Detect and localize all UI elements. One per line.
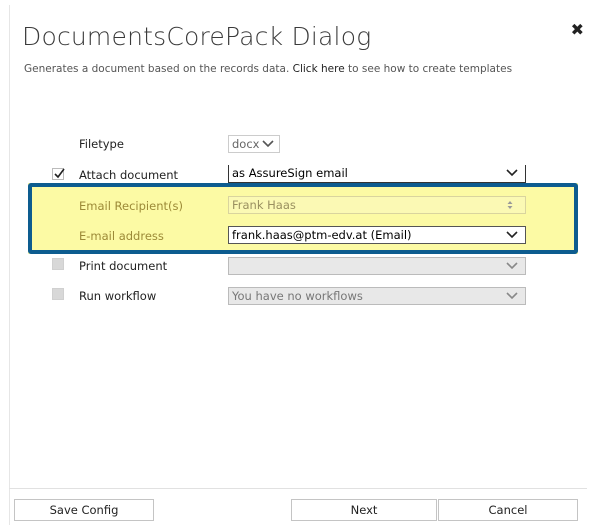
save-config-button[interactable]: Save Config: [14, 499, 154, 521]
run-workflow-select[interactable]: You have no workflows: [228, 287, 526, 305]
run-workflow-checkbox[interactable]: [52, 288, 64, 300]
chevron-down-icon: [262, 140, 274, 148]
attach-document-value: as AssureSign email: [232, 166, 348, 180]
highlight-frame: [28, 183, 578, 254]
attach-document-checkbox[interactable]: [52, 168, 65, 180]
footer-divider: [9, 488, 587, 489]
run-workflow-label: Run workflow: [79, 289, 157, 303]
attach-document-label: Attach document: [79, 168, 179, 182]
print-document-label: Print document: [79, 259, 168, 273]
dialog-subtitle: Generates a document based on the record…: [24, 63, 512, 75]
chevron-down-icon: [506, 292, 518, 300]
print-document-select[interactable]: [228, 257, 526, 275]
filetype-select[interactable]: docx: [228, 135, 280, 153]
filetype-value: docx: [232, 137, 260, 151]
run-workflow-value: You have no workflows: [232, 289, 363, 303]
subtitle-text-before: Generates a document based on the record…: [24, 63, 293, 75]
cancel-button[interactable]: Cancel: [438, 499, 578, 521]
attach-document-select[interactable]: as AssureSign email: [228, 165, 526, 183]
checkmark-icon: [54, 168, 65, 179]
dialog-title: DocumentsCorePack Dialog: [22, 22, 372, 51]
close-icon[interactable]: ✖: [571, 22, 584, 38]
print-document-checkbox[interactable]: [52, 258, 64, 270]
filetype-label: Filetype: [79, 137, 124, 151]
help-link[interactable]: Click here: [293, 63, 345, 75]
chevron-down-icon: [506, 169, 518, 177]
next-button[interactable]: Next: [291, 499, 437, 521]
chevron-down-icon: [506, 262, 518, 270]
subtitle-text-after: to see how to create templates: [344, 63, 513, 75]
